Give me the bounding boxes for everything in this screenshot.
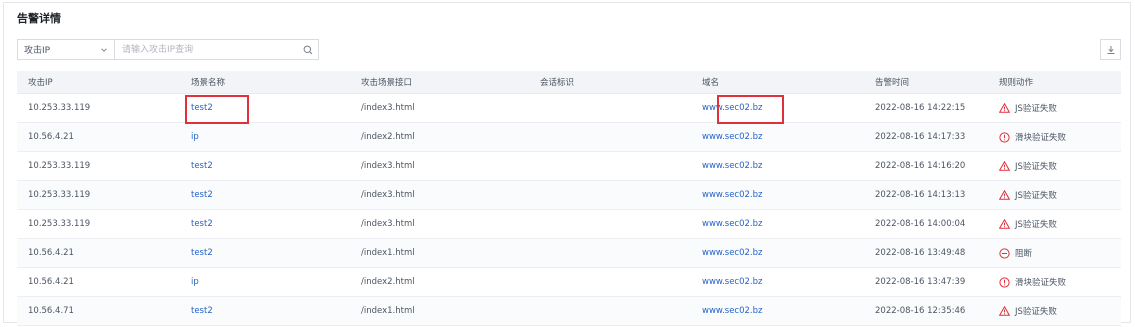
filter-field-select[interactable]: 攻击IP <box>18 40 115 59</box>
cell-alert-time: 2022-08-16 14:13:13 <box>864 180 988 210</box>
cell-alert-time: 2022-08-16 14:00:04 <box>864 209 988 239</box>
table-row: 10.56.4.71 test2/index1.html www.sec02.bz 2… <box>17 296 1121 326</box>
download-button[interactable] <box>1100 39 1121 60</box>
column-header-attack-api[interactable]: 攻击场景接口 <box>350 71 529 94</box>
scene-name-link[interactable]: test2 <box>191 190 213 200</box>
column-header-rule-action[interactable]: 规则动作 <box>988 71 1121 94</box>
cell-attack-ip: 10.56.4.21 <box>17 238 180 268</box>
rule-action-label: JS验证失败 <box>1015 162 1057 172</box>
domain-link[interactable]: www.sec02.bz <box>702 306 762 316</box>
scene-name-link[interactable]: ip <box>191 277 199 287</box>
cell-attack-ip: 10.56.4.71 <box>17 296 180 326</box>
chevron-down-icon <box>101 47 107 52</box>
rule-action: JS验证失败 <box>999 218 1121 230</box>
cell-attack-ip: 10.253.33.119 <box>17 209 180 239</box>
rule-action: JS验证失败 <box>999 305 1121 317</box>
cell-alert-time: 2022-08-16 13:49:48 <box>864 238 988 268</box>
cell-alert-time: 2022-08-16 13:47:39 <box>864 267 988 297</box>
cell-attack-api: /index3.html <box>350 180 529 210</box>
alert-circle-icon <box>999 131 1010 143</box>
cell-attack-api: /index1.html <box>350 296 529 326</box>
cell-session-id <box>529 93 691 123</box>
cell-alert-time: 2022-08-16 12:35:46 <box>864 296 988 326</box>
cell-attack-api: /index1.html <box>350 238 529 268</box>
cell-alert-time: 2022-08-16 14:22:15 <box>864 93 988 123</box>
warning-triangle-icon <box>999 161 1010 171</box>
scene-name-link[interactable]: test2 <box>191 161 213 171</box>
alert-details-panel: 告警详情 攻击IP 攻击IP 场景名称 <box>3 2 1131 326</box>
rule-action: 滑块验证失败 <box>999 131 1121 143</box>
cell-attack-ip: 10.253.33.119 <box>17 93 180 123</box>
block-circle-icon <box>999 247 1010 259</box>
cell-attack-ip: 10.253.33.119 <box>17 180 180 210</box>
domain-link[interactable]: www.sec02.bz <box>702 190 762 200</box>
download-icon <box>1107 45 1114 54</box>
rule-action-label: 滑块验证失败 <box>1015 278 1067 288</box>
table-row: 10.253.33.119 test2/index3.html www.sec02.… <box>17 180 1121 210</box>
rule-action: 阻断 <box>999 247 1121 259</box>
table-row: 10.253.33.119 test2/index3.html www.sec02.… <box>17 209 1121 239</box>
table-row: 10.253.33.119 test2/index3.html www.sec02.… <box>17 151 1121 181</box>
scene-name-link[interactable]: test2 <box>191 103 213 113</box>
cell-attack-ip: 10.56.4.21 <box>17 267 180 297</box>
cell-alert-time: 2022-08-16 14:17:33 <box>864 122 988 152</box>
cell-attack-api: /index2.html <box>350 122 529 152</box>
column-header-attack-ip[interactable]: 攻击IP <box>17 71 180 94</box>
table-row: 10.56.4.21 test2/index1.html www.sec02.bz 2… <box>17 238 1121 268</box>
warning-triangle-icon <box>999 103 1010 113</box>
search-input[interactable] <box>115 40 298 59</box>
warning-triangle-icon <box>999 190 1010 200</box>
search-icon[interactable] <box>298 45 318 55</box>
rule-action-label: JS验证失败 <box>1015 220 1057 230</box>
panel-title: 告警详情 <box>17 12 61 25</box>
table-row: 10.253.33.119 test2/index3.html www.sec02.… <box>17 93 1121 123</box>
cell-alert-time: 2022-08-16 14:16:20 <box>864 151 988 181</box>
rule-action-label: 滑块验证失败 <box>1015 133 1067 143</box>
cell-attack-api: /index3.html <box>350 151 529 181</box>
domain-link[interactable]: www.sec02.bz <box>702 277 762 287</box>
column-header-domain[interactable]: 域名 <box>691 71 864 94</box>
rule-action-label: JS验证失败 <box>1015 307 1057 317</box>
cell-session-id <box>529 238 691 268</box>
rule-action: JS验证失败 <box>999 102 1121 114</box>
scene-name-link[interactable]: test2 <box>191 248 213 258</box>
column-header-session-id[interactable]: 会话标识 <box>529 71 691 94</box>
table-row: 10.56.4.21 ip/index2.html www.sec02.bz 2022… <box>17 122 1121 152</box>
filter-field-value: 攻击IP <box>24 46 51 56</box>
scene-name-link[interactable]: test2 <box>191 219 213 229</box>
scene-name-link[interactable]: ip <box>191 132 199 142</box>
rule-action: JS验证失败 <box>999 189 1121 201</box>
domain-link[interactable]: www.sec02.bz <box>702 248 762 258</box>
cell-session-id <box>529 151 691 181</box>
cell-attack-api: /index3.html <box>350 209 529 239</box>
cell-session-id <box>529 267 691 297</box>
rule-action-label: 阻断 <box>1015 249 1033 259</box>
domain-link[interactable]: www.sec02.bz <box>702 219 762 229</box>
column-header-scene-name[interactable]: 场景名称 <box>180 71 350 94</box>
alert-table: 攻击IP 场景名称 攻击场景接口 会话标识 域名 告警时间 规则动作 10.25… <box>17 71 1121 326</box>
domain-link[interactable]: www.sec02.bz <box>702 161 762 171</box>
cell-session-id <box>529 180 691 210</box>
rule-action: 滑块验证失败 <box>999 276 1121 288</box>
cell-attack-api: /index3.html <box>350 93 529 123</box>
warning-triangle-icon <box>999 219 1010 229</box>
cell-attack-ip: 10.56.4.21 <box>17 122 180 152</box>
domain-link[interactable]: www.sec02.bz <box>702 103 762 113</box>
scene-name-link[interactable]: test2 <box>191 306 213 316</box>
cell-attack-ip: 10.253.33.119 <box>17 151 180 181</box>
column-header-alert-time[interactable]: 告警时间 <box>864 71 988 94</box>
rule-action-label: JS验证失败 <box>1015 104 1057 114</box>
cell-session-id <box>529 209 691 239</box>
cell-session-id <box>529 122 691 152</box>
rule-action-label: JS验证失败 <box>1015 191 1057 201</box>
search-filter: 攻击IP <box>17 39 319 60</box>
domain-link[interactable]: www.sec02.bz <box>702 132 762 142</box>
rule-action: JS验证失败 <box>999 160 1121 172</box>
cell-attack-api: /index2.html <box>350 267 529 297</box>
warning-triangle-icon <box>999 306 1010 316</box>
table-header-row: 攻击IP 场景名称 攻击场景接口 会话标识 域名 告警时间 规则动作 <box>17 71 1121 94</box>
alert-circle-icon <box>999 276 1010 288</box>
cell-session-id <box>529 296 691 326</box>
table-row: 10.56.4.21 ip/index2.html www.sec02.bz 2022… <box>17 267 1121 297</box>
